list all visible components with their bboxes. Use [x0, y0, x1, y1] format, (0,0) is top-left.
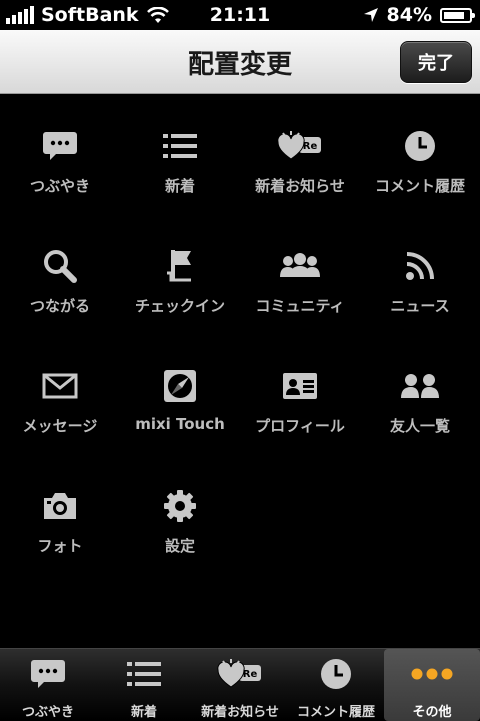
grid-item[interactable]: つぶやき — [0, 95, 120, 195]
tab-bar: つぶやき 新着 Re 新着お知らせ コメント履歴 その他 — [0, 648, 480, 721]
battery-percent: 84% — [386, 4, 432, 26]
grid-item-label: つながる — [29, 297, 90, 315]
grid-item-label: 新着 — [164, 177, 195, 195]
location-arrow-icon — [363, 8, 378, 22]
tab-item[interactable]: その他 — [384, 649, 480, 721]
flag-icon — [120, 249, 240, 283]
tab-label: その他 — [412, 705, 452, 720]
status-bar: SoftBank 21:11 84% — [0, 0, 480, 30]
search-icon — [0, 249, 120, 283]
layout-grid: つぶやき 新着 Re 新着お知らせ コメント履歴 つながる チェックイン コミュニ… — [0, 95, 480, 650]
tab-item[interactable]: Re 新着お知らせ — [192, 649, 288, 721]
navigation-bar: 配置変更 完了 — [0, 30, 480, 94]
tab-label: 新着お知らせ — [201, 705, 279, 720]
grid-item-label: メッセージ — [22, 417, 98, 435]
tab-item[interactable]: コメント履歴 — [288, 649, 384, 721]
svg-text:Re: Re — [303, 141, 318, 152]
speech-bubble-icon — [0, 657, 96, 691]
grid-item[interactable]: 設定 — [120, 455, 240, 555]
grid-item[interactable]: mixi Touch — [120, 335, 240, 435]
tab-label: つぶやき — [21, 705, 74, 720]
grid-item-label: 新着お知らせ — [255, 177, 345, 195]
clock-icon — [360, 129, 480, 163]
tab-label: コメント履歴 — [296, 705, 375, 720]
profile-card-icon — [240, 369, 360, 403]
grid-item[interactable]: ニュース — [360, 215, 480, 315]
grid-item-label: 設定 — [164, 537, 195, 555]
list-icon — [120, 129, 240, 163]
grid-item-label: チェックイン — [134, 297, 225, 315]
more-dots-icon — [384, 657, 480, 691]
friends-icon — [360, 369, 480, 403]
grid-item-label: フォト — [37, 537, 83, 555]
done-button[interactable]: 完了 — [400, 41, 472, 83]
tab-item[interactable]: つぶやき — [0, 649, 96, 721]
grid-item[interactable]: チェックイン — [120, 215, 240, 315]
grid-item[interactable]: コミュニティ — [240, 215, 360, 315]
tab-label: 新着 — [130, 705, 157, 720]
status-right: 84% — [363, 4, 475, 26]
community-icon — [240, 249, 360, 283]
grid-item-label: mixi Touch — [135, 415, 225, 433]
grid-item[interactable]: つながる — [0, 215, 120, 315]
grid-item[interactable]: メッセージ — [0, 335, 120, 435]
grid-item[interactable]: Re 新着お知らせ — [240, 95, 360, 195]
camera-icon — [0, 489, 120, 523]
grid-item[interactable]: プロフィール — [240, 335, 360, 435]
grid-item[interactable]: コメント履歴 — [360, 95, 480, 195]
tab-item[interactable]: 新着 — [96, 649, 192, 721]
grid-item-label: つぶやき — [29, 177, 90, 195]
rss-icon — [360, 249, 480, 283]
grid-item[interactable]: 友人一覧 — [360, 335, 480, 435]
grid-item-label: コメント履歴 — [374, 177, 465, 195]
grid-item[interactable]: フォト — [0, 455, 120, 555]
speech-bubble-icon — [0, 129, 120, 163]
grid-item-label: コミュニティ — [255, 297, 345, 315]
heart-reply-icon: Re — [240, 129, 360, 163]
grid-item-label: 友人一覧 — [389, 417, 450, 435]
grid-item[interactable]: 新着 — [120, 95, 240, 195]
battery-icon — [440, 7, 475, 23]
clock-icon — [288, 657, 384, 691]
battery-fill — [444, 11, 464, 19]
list-icon — [96, 657, 192, 691]
envelope-icon — [0, 369, 120, 403]
gear-icon — [120, 489, 240, 523]
heart-reply-icon: Re — [192, 657, 288, 691]
svg-text:Re: Re — [243, 669, 258, 680]
grid-item-label: ニュース — [390, 297, 450, 315]
grid-item-label: プロフィール — [255, 417, 345, 435]
compass-icon — [120, 369, 240, 403]
